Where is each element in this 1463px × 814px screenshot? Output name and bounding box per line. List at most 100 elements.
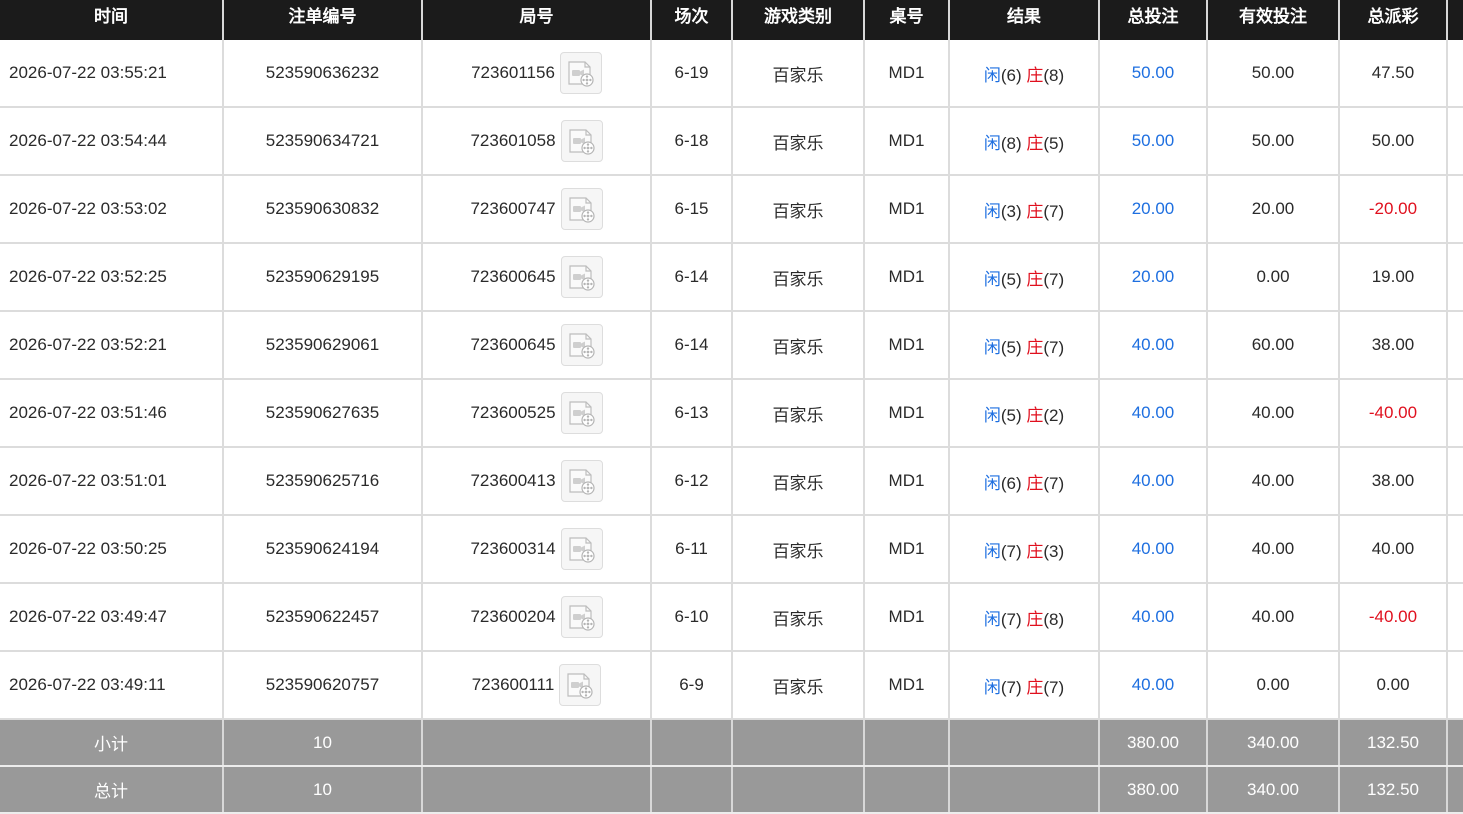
- total-bet: 40.00: [1099, 651, 1208, 720]
- table-number: MD1: [864, 40, 950, 108]
- result-cell: 闲(7) 庄(7): [949, 651, 1100, 720]
- total-bet: 40.00: [1099, 583, 1208, 652]
- video-replay-icon: [568, 401, 595, 427]
- shoe-number: 6-13: [651, 379, 733, 448]
- video-replay-button[interactable]: [559, 52, 602, 94]
- bet-time: 2026-07-22 03:50:25: [0, 515, 224, 584]
- payout: -20.00: [1339, 175, 1448, 244]
- valid-bet: 0.00: [1207, 243, 1340, 312]
- round-number: 723600413: [470, 471, 556, 490]
- round-cell: 723601156: [422, 40, 652, 108]
- round-cell: 723600525: [422, 379, 652, 448]
- banker-label: 庄: [1026, 405, 1044, 425]
- total-bet: 50.00: [1099, 107, 1208, 176]
- valid-bet: 60.00: [1207, 311, 1340, 380]
- result-cell: 闲(7) 庄(3): [949, 515, 1100, 584]
- player-score: (7): [1000, 541, 1022, 561]
- table-number: MD1: [864, 175, 950, 244]
- shoe-number: 6-9: [651, 651, 733, 720]
- game-type: 百家乐: [732, 243, 865, 312]
- banker-label: 庄: [1026, 133, 1044, 153]
- valid-bet: 40.00: [1207, 515, 1340, 584]
- player-score: (5): [1000, 405, 1022, 425]
- video-replay-button[interactable]: [560, 324, 603, 366]
- banker-score: (7): [1043, 677, 1065, 697]
- banker-label: 庄: [1026, 337, 1044, 357]
- payout: 38.00: [1339, 311, 1448, 380]
- spacer-cell: [1447, 243, 1463, 312]
- round-cell: 723600645: [422, 311, 652, 380]
- bet-id: 523590622457: [223, 583, 423, 652]
- bet-id: 523590629195: [223, 243, 423, 312]
- shoe-number: 6-11: [651, 515, 733, 584]
- table-row: 2026-07-22 03:52:21 523590629061 7236006…: [0, 311, 1463, 380]
- banker-label: 庄: [1026, 269, 1044, 289]
- table-row: 2026-07-22 03:54:44 523590634721 7236010…: [0, 107, 1463, 176]
- video-replay-button[interactable]: [560, 120, 603, 162]
- header-game-type: 游戏类别: [732, 0, 865, 40]
- video-replay-button[interactable]: [560, 460, 603, 502]
- player-score: (8): [1000, 133, 1022, 153]
- banker-score: (3): [1043, 541, 1065, 561]
- bet-history-table: 时间 注单编号 局号 场次 游戏类别 桌号 结果 总投注 有效投注 总派彩 20…: [0, 0, 1463, 814]
- banker-label: 庄: [1026, 65, 1044, 85]
- video-replay-icon: [568, 537, 595, 563]
- round-wrap: 723601156: [471, 52, 602, 94]
- bet-time: 2026-07-22 03:51:01: [0, 447, 224, 516]
- video-replay-button[interactable]: [560, 392, 603, 434]
- table-row: 2026-07-22 03:55:21 523590636232 7236011…: [0, 40, 1463, 108]
- subtotal-row: 小计 10 380.00 340.00 132.50: [0, 719, 1463, 767]
- video-replay-button[interactable]: [560, 188, 603, 230]
- subtotal-label: 小计: [0, 719, 224, 767]
- player-label: 闲: [983, 201, 1001, 221]
- valid-bet: 20.00: [1207, 175, 1340, 244]
- player-label: 闲: [983, 269, 1001, 289]
- banker-score: (7): [1043, 269, 1065, 289]
- shoe-number: 6-15: [651, 175, 733, 244]
- bet-time: 2026-07-22 03:49:47: [0, 583, 224, 652]
- player-label: 闲: [983, 405, 1001, 425]
- round-wrap: 723600645: [470, 324, 603, 366]
- empty-cell: [1447, 719, 1463, 767]
- game-type: 百家乐: [732, 651, 865, 720]
- shoe-number: 6-19: [651, 40, 733, 108]
- banker-label: 庄: [1026, 677, 1044, 697]
- bet-time: 2026-07-22 03:54:44: [0, 107, 224, 176]
- spacer-cell: [1447, 583, 1463, 652]
- video-replay-icon: [567, 673, 593, 699]
- video-replay-icon: [568, 61, 594, 87]
- video-replay-button[interactable]: [560, 256, 603, 298]
- payout: 19.00: [1339, 243, 1448, 312]
- header-total-bet: 总投注: [1099, 0, 1208, 40]
- video-replay-button[interactable]: [559, 664, 602, 706]
- table-number: MD1: [864, 107, 950, 176]
- payout: 47.50: [1339, 40, 1448, 108]
- shoe-number: 6-10: [651, 583, 733, 652]
- banker-score: (7): [1043, 473, 1065, 493]
- video-replay-button[interactable]: [560, 596, 603, 638]
- round-number: 723600314: [470, 539, 556, 558]
- empty-cell: [422, 766, 652, 814]
- payout: -40.00: [1339, 379, 1448, 448]
- valid-bet: 40.00: [1207, 447, 1340, 516]
- video-replay-icon: [568, 197, 595, 223]
- round-cell: 723600314: [422, 515, 652, 584]
- table-row: 2026-07-22 03:51:01 523590625716 7236004…: [0, 447, 1463, 516]
- video-replay-button[interactable]: [560, 528, 603, 570]
- bet-time: 2026-07-22 03:52:25: [0, 243, 224, 312]
- spacer-cell: [1447, 447, 1463, 516]
- header-result: 结果: [949, 0, 1100, 40]
- grand-total-label: 总计: [0, 766, 224, 814]
- empty-cell: [651, 766, 733, 814]
- empty-cell: [949, 719, 1100, 767]
- total-bet: 20.00: [1099, 243, 1208, 312]
- table-number: MD1: [864, 311, 950, 380]
- video-replay-icon: [568, 333, 595, 359]
- round-cell: 723600111: [422, 651, 652, 720]
- player-label: 闲: [983, 677, 1001, 697]
- video-replay-icon: [568, 605, 595, 631]
- header-time: 时间: [0, 0, 224, 40]
- round-wrap: 723600525: [470, 392, 603, 434]
- round-cell: 723601058: [422, 107, 652, 176]
- payout: -40.00: [1339, 583, 1448, 652]
